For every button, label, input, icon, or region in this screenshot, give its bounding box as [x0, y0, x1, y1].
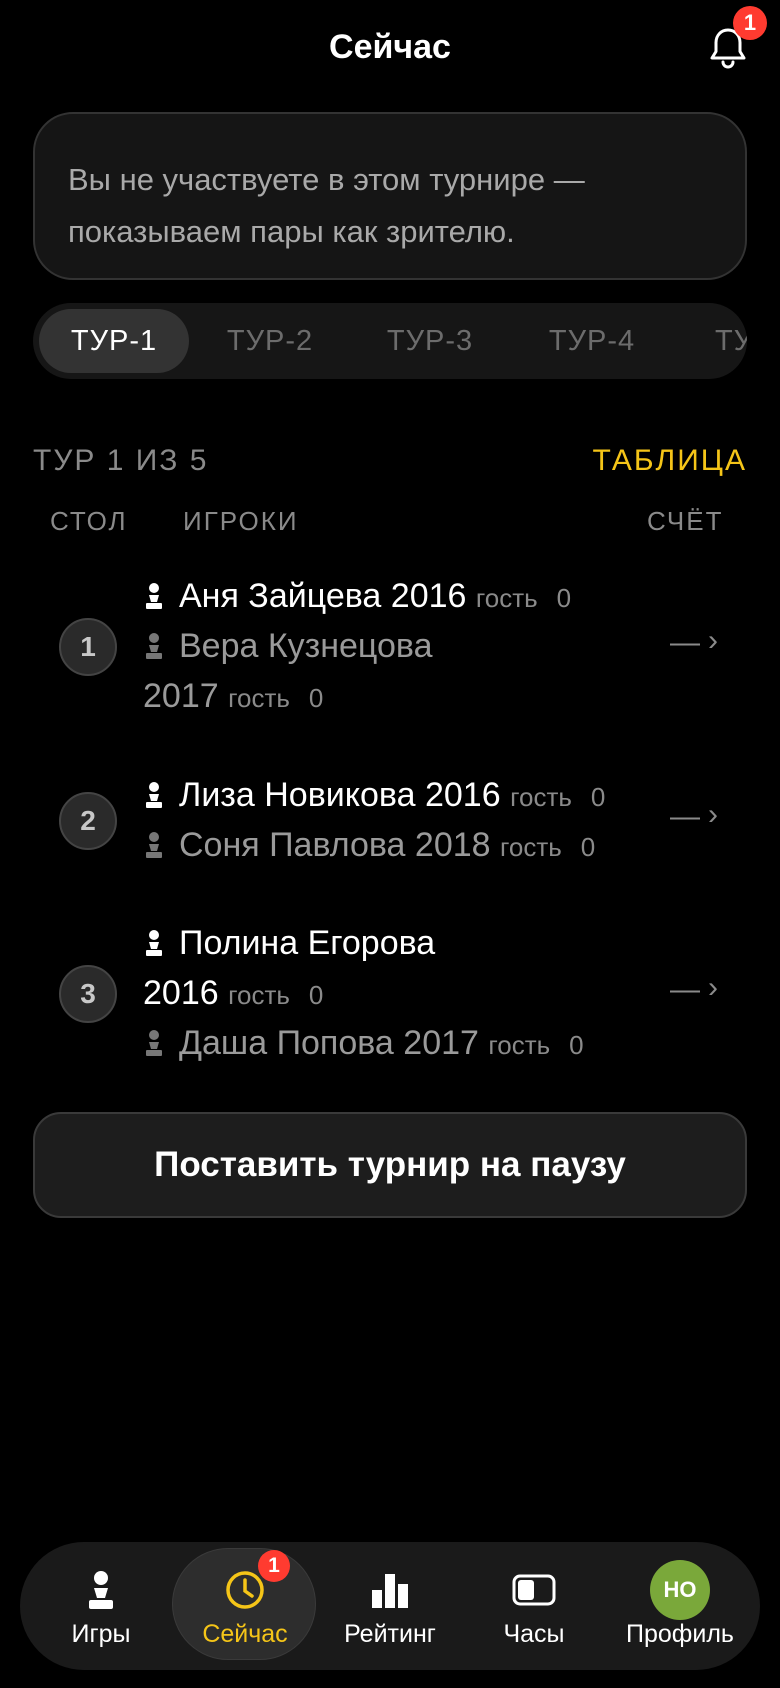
- player-status: гость: [488, 1030, 551, 1060]
- table-number: 2: [59, 792, 117, 850]
- nav-item-clock[interactable]: Часы: [464, 1560, 604, 1660]
- nav-item-now[interactable]: Сейчас: [175, 1560, 315, 1660]
- tab-round-5[interactable]: ТУР-5: [679, 309, 747, 373]
- table-number: 3: [59, 965, 117, 1023]
- player-status: гость: [500, 832, 562, 862]
- player-status: гость: [510, 782, 572, 812]
- column-header-table: СТОЛ: [50, 506, 128, 536]
- table-number: 1: [59, 618, 117, 676]
- pairing-row-2[interactable]: 2 Лиза Новикова 2016 гость 0 Соня Павлов…: [0, 770, 780, 870]
- white-player: Полина Егорова: [143, 918, 435, 968]
- player-name: Лиза Новикова: [179, 776, 416, 814]
- player-name: Даша Попова: [179, 1024, 394, 1062]
- pairing-row-3[interactable]: 3 Полина Егорова 2016 гость 0 Даша Попов…: [0, 918, 780, 1078]
- black-pawn-icon: [146, 633, 162, 659]
- tab-round-3[interactable]: ТУР-3: [355, 309, 505, 373]
- player-points: 0: [308, 980, 324, 1010]
- white-player-cont: 2016 гость 0: [143, 968, 323, 1020]
- player-status: гость: [228, 683, 290, 713]
- column-header-players: ИГРОКИ: [183, 506, 299, 536]
- avatar: НО: [650, 1560, 710, 1620]
- nav-label: Часы: [503, 1620, 565, 1648]
- player-status: гость: [228, 980, 290, 1010]
- nav-item-rating[interactable]: Рейтинг: [320, 1560, 460, 1660]
- player-name: Аня Зайцева: [179, 577, 382, 615]
- chevron-right-icon: ›: [708, 624, 718, 657]
- black-player: Соня Павлова 2018 гость 0: [143, 820, 595, 872]
- player-year: 2016: [424, 776, 501, 814]
- round-tabs: ТУР-1 ТУР-2 ТУР-3 ТУР-4 ТУР-5: [33, 303, 747, 379]
- nav-item-games[interactable]: Игры: [31, 1560, 171, 1660]
- black-player: Даша Попова 2017 гость 0: [143, 1018, 584, 1070]
- white-pawn-icon: [146, 930, 162, 956]
- black-player: Вера Кузнецова: [143, 621, 433, 671]
- pause-tournament-button[interactable]: Поставить турнир на паузу: [33, 1112, 747, 1218]
- white-pawn-icon: [146, 583, 162, 609]
- nav-label: Рейтинг: [344, 1620, 436, 1648]
- score-value: —: [670, 973, 700, 1006]
- player-status: гость: [475, 583, 538, 613]
- player-name: Полина Егорова: [179, 924, 436, 962]
- spectator-notice-text: Вы не участвуете в этом турнире — показы…: [68, 162, 585, 249]
- nav-now-badge: 1: [258, 1550, 290, 1582]
- round-indicator: ТУР 1 ИЗ 5: [33, 444, 209, 477]
- chess-clock-icon: [512, 1574, 556, 1606]
- nav-item-profile[interactable]: НО Профиль: [610, 1560, 750, 1660]
- white-pawn-icon: [146, 782, 162, 808]
- player-year: 2018: [414, 826, 491, 864]
- player-year: 2016: [143, 974, 219, 1012]
- player-points: 0: [556, 583, 572, 613]
- player-points: 0: [308, 683, 324, 713]
- tab-round-4[interactable]: ТУР-4: [517, 309, 667, 373]
- bar-chart-icon: [372, 1574, 408, 1608]
- white-player: Аня Зайцева 2016 гость 0: [143, 571, 571, 623]
- black-player-cont: 2017 гость 0: [143, 671, 323, 723]
- black-pawn-icon: [146, 832, 162, 858]
- standings-link[interactable]: ТАБЛИЦА: [593, 444, 747, 478]
- white-player: Лиза Новикова 2016 гость 0: [143, 770, 605, 822]
- player-points: 0: [569, 1030, 584, 1060]
- player-name: Соня Павлова: [179, 826, 406, 864]
- nav-label: Профиль: [626, 1620, 734, 1648]
- nav-label: Игры: [71, 1620, 131, 1648]
- page-title: Сейчас: [329, 28, 451, 66]
- player-points: 0: [580, 832, 596, 862]
- black-pawn-icon: [146, 1030, 162, 1056]
- score-value: —: [670, 626, 700, 659]
- tab-round-1[interactable]: ТУР-1: [39, 309, 189, 373]
- column-header-score: СЧЁТ: [647, 506, 724, 536]
- player-year: 2017: [143, 677, 219, 715]
- chevron-right-icon: ›: [708, 798, 718, 831]
- player-name: Вера Кузнецова: [179, 627, 433, 665]
- player-points: 0: [590, 782, 606, 812]
- nav-label: Сейчас: [202, 1620, 288, 1648]
- score-value: —: [670, 800, 700, 833]
- pairing-row-1[interactable]: 1 Аня Зайцева 2016 гость 0 Вера Кузнецов…: [0, 560, 780, 720]
- spectator-notice: Вы не участвуете в этом турнире — показы…: [33, 112, 747, 280]
- tab-round-2[interactable]: ТУР-2: [195, 309, 345, 373]
- notification-badge: 1: [733, 6, 767, 40]
- player-year: 2016: [390, 577, 467, 615]
- player-year: 2017: [403, 1024, 479, 1062]
- chevron-right-icon: ›: [708, 971, 718, 1004]
- pawn-icon: [89, 1571, 113, 1609]
